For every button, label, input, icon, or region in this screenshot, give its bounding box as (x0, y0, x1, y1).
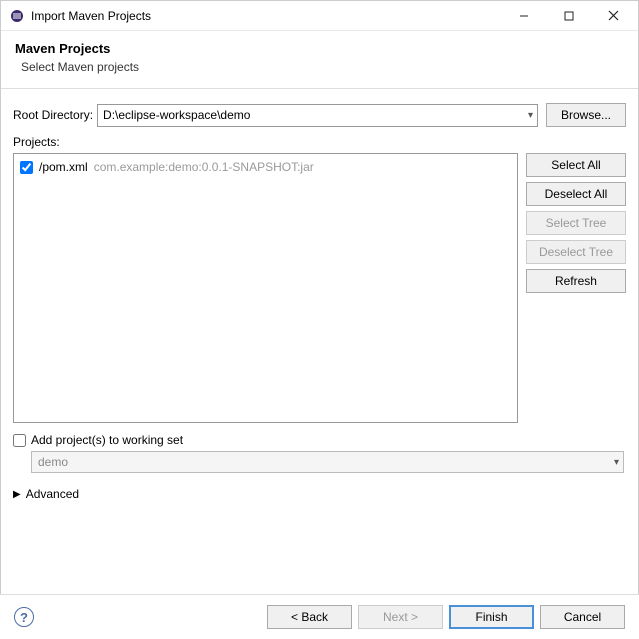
deselect-all-button[interactable]: Deselect All (526, 182, 626, 206)
project-path: /pom.xml (39, 160, 88, 174)
working-set-combo[interactable]: demo ▾ (31, 451, 624, 473)
titlebar: Import Maven Projects (1, 1, 638, 31)
help-icon[interactable]: ? (14, 607, 34, 627)
cancel-button[interactable]: Cancel (540, 605, 625, 629)
refresh-button[interactable]: Refresh (526, 269, 626, 293)
project-checkbox[interactable] (20, 161, 33, 174)
working-set-label: Add project(s) to working set (31, 433, 183, 447)
chevron-down-icon: ▾ (528, 110, 533, 121)
maximize-button[interactable] (546, 2, 591, 30)
close-button[interactable] (591, 2, 636, 30)
page-title: Maven Projects (15, 41, 624, 56)
working-set-checkbox[interactable] (13, 434, 26, 447)
advanced-label: Advanced (26, 487, 79, 501)
back-button[interactable]: < Back (267, 605, 352, 629)
window-controls (501, 2, 636, 30)
select-all-button[interactable]: Select All (526, 153, 626, 177)
minimize-button[interactable] (501, 2, 546, 30)
wizard-footer: ? < Back Next > Finish Cancel (0, 594, 639, 639)
wizard-header: Maven Projects Select Maven projects (1, 31, 638, 89)
deselect-tree-button: Deselect Tree (526, 240, 626, 264)
browse-button[interactable]: Browse... (546, 103, 626, 127)
main-content: Root Directory: D:\eclipse-workspace\dem… (1, 89, 638, 501)
projects-list[interactable]: /pom.xml com.example:demo:0.0.1-SNAPSHOT… (13, 153, 518, 423)
root-directory-value: D:\eclipse-workspace\demo (103, 108, 250, 122)
root-directory-combo[interactable]: D:\eclipse-workspace\demo ▾ (97, 104, 538, 127)
list-item[interactable]: /pom.xml com.example:demo:0.0.1-SNAPSHOT… (20, 158, 511, 176)
chevron-down-icon: ▾ (614, 457, 619, 468)
eclipse-icon (9, 8, 25, 24)
select-tree-button: Select Tree (526, 211, 626, 235)
chevron-right-icon: ▶ (13, 489, 21, 500)
advanced-toggle[interactable]: ▶ Advanced (13, 487, 626, 501)
finish-button[interactable]: Finish (449, 605, 534, 629)
page-subtitle: Select Maven projects (21, 60, 624, 74)
next-button: Next > (358, 605, 443, 629)
projects-label: Projects: (13, 135, 626, 149)
project-artifact: com.example:demo:0.0.1-SNAPSHOT:jar (94, 160, 314, 174)
side-buttons: Select All Deselect All Select Tree Dese… (526, 153, 626, 423)
root-directory-label: Root Directory: (13, 108, 93, 122)
window-title: Import Maven Projects (31, 9, 501, 23)
working-set-value: demo (38, 455, 68, 469)
